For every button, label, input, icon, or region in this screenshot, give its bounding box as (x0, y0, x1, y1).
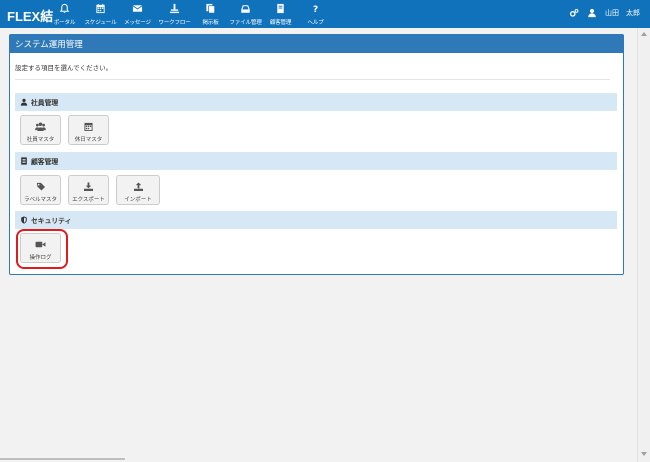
tile-label: エクスポート (72, 197, 105, 203)
nav-item-workflow[interactable]: ワークフロー (156, 0, 193, 28)
export-button[interactable]: エクスポート (68, 175, 109, 205)
calendar-icon (84, 122, 93, 131)
import-button[interactable]: インポート (116, 175, 160, 205)
nav-item-schedule[interactable]: スケジュール (82, 0, 119, 28)
top-navbar: FLEX結 ポータル スケジュール メッセージ ワークフロー 掲示板 ファイル管… (0, 0, 650, 28)
tile-label: 休日マスタ (74, 137, 103, 143)
scroll-down-arrow-icon[interactable] (641, 452, 647, 456)
address-book-icon (21, 157, 27, 165)
scroll-up-arrow-icon[interactable] (641, 32, 647, 36)
nav-item-bulletin[interactable]: 掲示板 (193, 0, 228, 28)
workflow-icon (169, 3, 180, 14)
cogs-icon[interactable] (569, 8, 579, 18)
tile-row-employee: 社員マスタ 休日マスタ (20, 115, 109, 145)
label-master-button[interactable]: ラベルマスタ (20, 175, 61, 205)
bell-icon (59, 3, 70, 14)
system-admin-panel: システム運用管理 設定する項目を選んでください。 社員管理 社員マスタ 休日マス… (9, 34, 624, 275)
section-title: 顧客管理 (31, 158, 59, 166)
nav-item-customer[interactable]: 顧客管理 (263, 0, 298, 28)
shield-icon (21, 216, 27, 224)
svg-text:?: ? (313, 4, 318, 14)
section-customer: 顧客管理 (15, 152, 617, 170)
user-name[interactable]: 山田 太郎 (605, 8, 640, 18)
nav-label: ファイル管理 (229, 20, 262, 26)
user-tools: 山田 太郎 (569, 8, 640, 18)
nav-item-help[interactable]: ? ヘルプ (298, 0, 333, 28)
nav-item-message[interactable]: メッセージ (119, 0, 156, 28)
employee-master-button[interactable]: 社員マスタ (20, 115, 61, 145)
folder-icon (241, 5, 250, 13)
question-icon: ? (313, 4, 318, 14)
nav-label: 顧客管理 (269, 20, 292, 26)
nav-label: ヘルプ (307, 20, 324, 26)
nav-label: 掲示板 (202, 20, 219, 26)
tile-row-customer: ラベルマスタ エクスポート インポート (20, 175, 160, 205)
nav-item-file[interactable]: ファイル管理 (228, 0, 263, 28)
upload-icon (133, 182, 143, 191)
divider (15, 79, 610, 80)
tile-label: ラベルマスタ (23, 197, 57, 203)
tile-label: インポート (124, 197, 152, 203)
calendar-icon (96, 3, 105, 14)
horizontal-scrollbar[interactable] (0, 458, 125, 460)
nav-item-portal[interactable]: ポータル (47, 0, 82, 28)
users-icon (35, 122, 46, 131)
holiday-master-button[interactable]: 休日マスタ (68, 115, 109, 145)
main-nav: ポータル スケジュール メッセージ ワークフロー 掲示板 ファイル管理 顧客管理… (47, 0, 333, 28)
nav-label: ポータル (53, 20, 76, 26)
intro-text: 設定する項目を選んでください。 (15, 64, 113, 72)
download-icon (84, 182, 93, 191)
nav-label: ワークフロー (158, 20, 191, 26)
user-icon (588, 8, 596, 18)
tag-icon (36, 182, 45, 191)
envelope-icon (132, 5, 143, 12)
bulletin-icon (206, 3, 215, 14)
highlight-outline (16, 229, 68, 269)
section-employee: 社員管理 (15, 93, 617, 111)
tile-label: 社員マスタ (26, 137, 55, 143)
panel-title: システム運用管理 (10, 35, 623, 53)
user-icon (20, 98, 28, 106)
section-security: セキュリティ (15, 211, 617, 229)
customer-icon (277, 3, 284, 14)
section-title: 社員管理 (31, 99, 59, 107)
nav-label: メッセージ (124, 20, 151, 26)
section-title: セキュリティ (31, 217, 72, 225)
vertical-scrollbar[interactable] (637, 28, 650, 462)
nav-label: スケジュール (84, 20, 117, 26)
